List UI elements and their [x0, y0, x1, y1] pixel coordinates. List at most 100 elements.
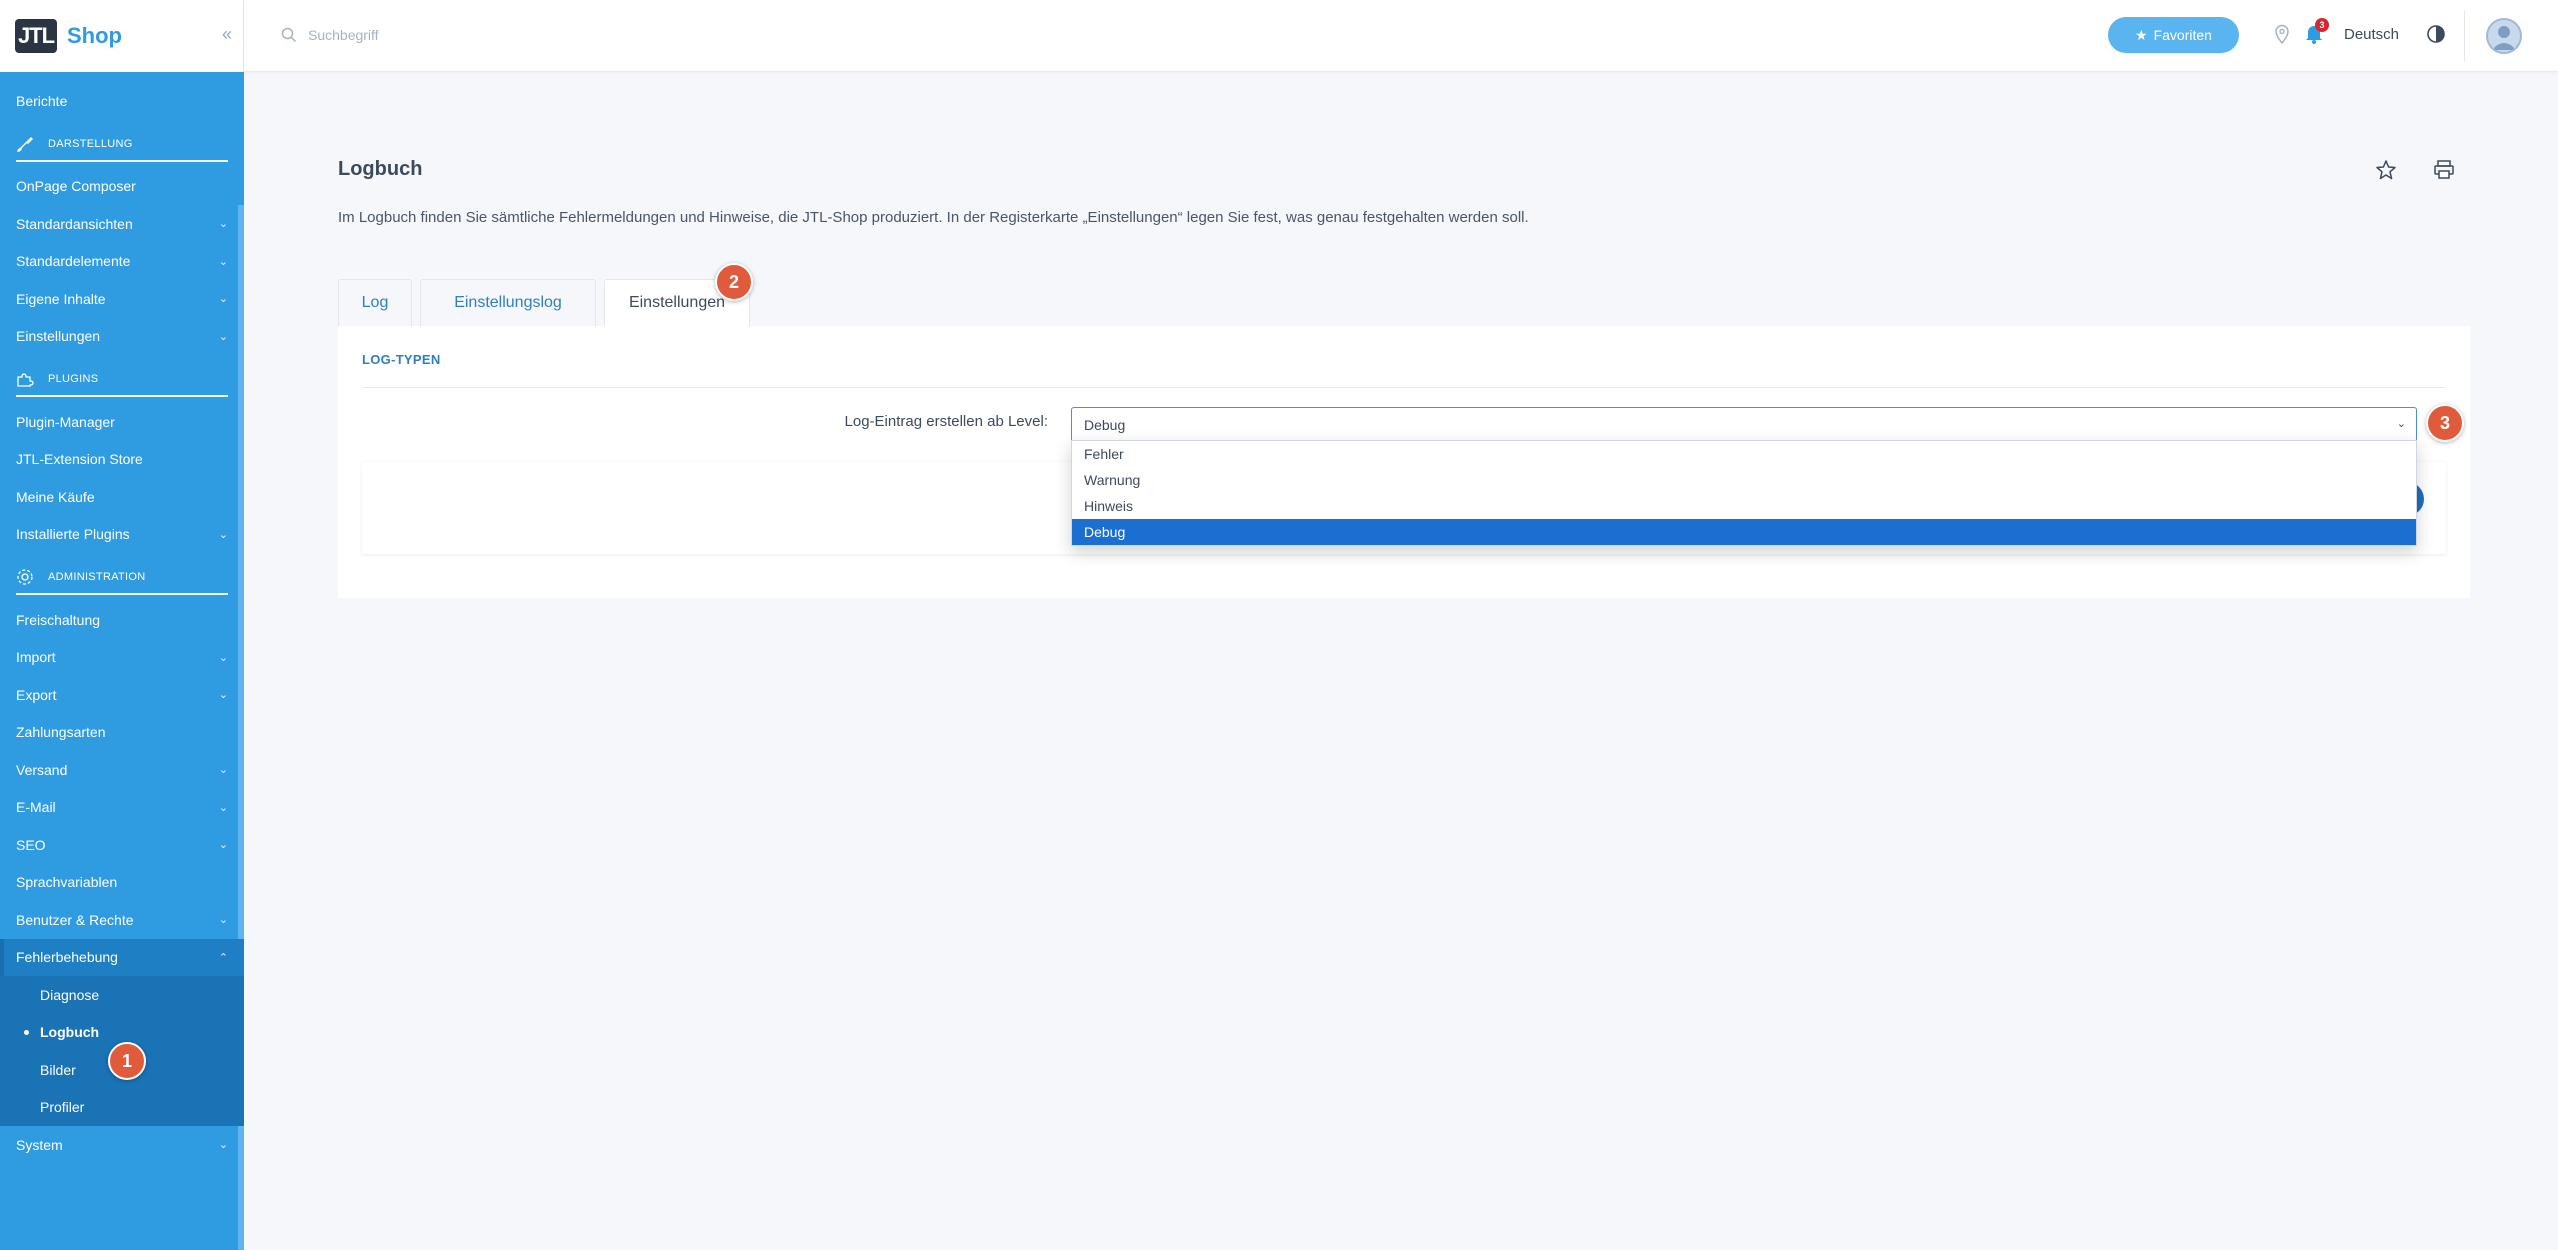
- sidebar-item-fehlerbehebung[interactable]: Fehlerbehebung ⌃: [0, 938, 244, 976]
- sidebar-subitem-diagnose[interactable]: Diagnose: [0, 976, 244, 1014]
- brand-name: Shop: [67, 23, 122, 48]
- sidebar-item-label: Einstellungen: [16, 328, 101, 345]
- divider: [362, 387, 2446, 388]
- sidebar-item-label: Zahlungsarten: [16, 724, 106, 741]
- location-pin-icon[interactable]: [2270, 22, 2294, 46]
- sidebar-item-einstellungen[interactable]: Einstellungen ⌄: [0, 318, 244, 356]
- sidebar-item-benutzer-rechte[interactable]: Benutzer & Rechte ⌄: [0, 901, 244, 939]
- log-level-dropdown: Fehler Warnung Hinweis Debug: [1071, 440, 2417, 546]
- sidebar-item-label: JTL-Extension Store: [16, 451, 143, 468]
- log-level-select[interactable]: Debug ⌄: [1071, 407, 2417, 442]
- chevron-down-icon: ⌄: [218, 801, 228, 814]
- sidebar-subitem-label: Profiler: [40, 1099, 85, 1116]
- sidebar-item-plugin-manager[interactable]: Plugin-Manager: [0, 403, 244, 441]
- section-plugins: PLUGINS: [0, 355, 244, 403]
- sidebar-subitem-label: Diagnose: [40, 986, 100, 1003]
- sidebar-item-versand[interactable]: Versand ⌄: [0, 751, 244, 789]
- puzzle-icon: [16, 370, 34, 388]
- option-debug[interactable]: Debug: [1072, 519, 2416, 545]
- sidebar-item-export[interactable]: Export ⌄: [0, 676, 244, 714]
- chevron-down-icon: ⌄: [218, 914, 228, 927]
- sidebar-item-installierte-plugins[interactable]: Installierte Plugins ⌄: [0, 516, 244, 554]
- step-marker-3: 3: [2426, 404, 2464, 442]
- chevron-down-icon: ⌄: [2396, 418, 2406, 430]
- sidebar-item-label: Berichte: [16, 92, 68, 109]
- option-fehler[interactable]: Fehler: [1072, 441, 2416, 467]
- sidebar-item-label: SEO: [16, 836, 46, 853]
- sidebar-item-label: Plugin-Manager: [16, 413, 115, 430]
- sidebar-item-label: Sprachvariablen: [16, 874, 118, 891]
- sidebar-item-standardelemente[interactable]: Standardelemente ⌄: [0, 243, 244, 281]
- brand[interactable]: JTL Shop: [0, 0, 244, 72]
- sidebar-item-label: Standardansichten: [16, 215, 133, 232]
- language-selector[interactable]: Deutsch: [2344, 26, 2399, 43]
- section-title: LOG-TYPEN: [362, 352, 441, 367]
- jtl-logo: JTL: [15, 19, 57, 53]
- section-administration: ADMINISTRATION: [0, 553, 244, 601]
- sidebar-item-label: Standardelemente: [16, 253, 131, 270]
- sidebar-item-meine-kaeufe[interactable]: Meine Käufe: [0, 478, 244, 516]
- star-outline-icon[interactable]: [2374, 158, 2398, 182]
- chevron-down-icon: ⌄: [218, 330, 228, 343]
- chevron-down-icon: ⌄: [218, 218, 228, 231]
- sidebar-item-label: Meine Käufe: [16, 488, 95, 505]
- sidebar-item-zahlungsarten[interactable]: Zahlungsarten: [0, 714, 244, 752]
- sidebar-item-onpage-composer[interactable]: OnPage Composer: [0, 168, 244, 206]
- sidebar-item-label: OnPage Composer: [16, 178, 136, 195]
- sidebar-item-standardansichten[interactable]: Standardansichten ⌄: [0, 205, 244, 243]
- option-hinweis[interactable]: Hinweis: [1072, 493, 2416, 519]
- tab-log[interactable]: Log: [338, 279, 412, 326]
- option-warnung[interactable]: Warnung: [1072, 467, 2416, 493]
- chevron-down-icon: ⌄: [218, 528, 228, 541]
- sidebar-item-sprachvariablen[interactable]: Sprachvariablen: [0, 864, 244, 902]
- sidebar-item-label: Fehlerbehebung: [16, 949, 118, 966]
- sidebar-item-email[interactable]: E-Mail ⌄: [0, 789, 244, 827]
- chevron-down-icon: ⌄: [218, 293, 228, 306]
- theme-toggle-icon[interactable]: [2424, 22, 2448, 46]
- sidebar-nav: Berichte DARSTELLUNG OnPage Composer Sta…: [0, 82, 244, 1164]
- sidebar-item-berichte[interactable]: Berichte: [0, 82, 244, 120]
- sidebar-item-label: E-Mail: [16, 799, 56, 816]
- print-icon[interactable]: [2432, 158, 2456, 182]
- sidebar-item-label: Import: [16, 649, 56, 666]
- sidebar-item-label: Benutzer & Rechte: [16, 911, 134, 928]
- notification-bell-icon[interactable]: 3: [2302, 18, 2329, 46]
- sidebar-item-label: Export: [16, 686, 57, 703]
- chevron-down-icon: ⌄: [218, 839, 228, 852]
- chevron-up-icon: ⌃: [218, 951, 228, 964]
- step-marker-1: 1: [108, 1042, 146, 1080]
- sidebar-item-import[interactable]: Import ⌄: [0, 639, 244, 677]
- avatar[interactable]: [2486, 18, 2522, 54]
- sidebar-item-label: Freischaltung: [16, 611, 101, 628]
- sidebar-subitem-label: Logbuch: [40, 1024, 100, 1041]
- sidebar-item-extension-store[interactable]: JTL-Extension Store: [0, 441, 244, 479]
- star-icon: ★: [2135, 26, 2148, 43]
- section-title: PLUGINS: [48, 373, 99, 385]
- sidebar-item-eigene-inhalte[interactable]: Eigene Inhalte ⌄: [0, 280, 244, 318]
- tab-einstellungslog[interactable]: Einstellungslog: [420, 279, 596, 326]
- sidebar-item-label: Eigene Inhalte: [16, 290, 106, 307]
- step-marker-2: 2: [715, 263, 753, 301]
- section-darstellung: DARSTELLUNG: [0, 120, 244, 168]
- chevron-down-icon: ⌄: [218, 1139, 228, 1152]
- chevron-down-icon: ⌄: [218, 255, 228, 268]
- sidebar-item-seo[interactable]: SEO ⌄: [0, 826, 244, 864]
- sidebar-item-freischaltung[interactable]: Freischaltung: [0, 601, 244, 639]
- search-input[interactable]: [308, 22, 708, 48]
- chevron-down-icon: ⌄: [218, 689, 228, 702]
- sidebar-subitem-label: Bilder: [40, 1061, 76, 1078]
- section-title: DARSTELLUNG: [48, 137, 133, 150]
- sidebar-subitem-profiler[interactable]: Profiler: [0, 1089, 244, 1127]
- select-value: Debug: [1084, 416, 1126, 433]
- notification-badge: 3: [2315, 18, 2329, 32]
- page-title: Logbuch: [338, 158, 423, 180]
- sidebar-item-label: System: [16, 1136, 63, 1153]
- chevron-down-icon: ⌄: [218, 651, 228, 664]
- chevron-down-icon: ⌄: [218, 764, 228, 777]
- gear-icon: [16, 568, 34, 586]
- sidebar-item-system[interactable]: System ⌄: [0, 1126, 244, 1164]
- collapse-sidebar-icon[interactable]: «: [222, 24, 232, 45]
- section-title: ADMINISTRATION: [48, 571, 146, 583]
- favorites-button[interactable]: ★ Favoriten: [2108, 17, 2239, 53]
- current-indicator: [24, 1029, 29, 1035]
